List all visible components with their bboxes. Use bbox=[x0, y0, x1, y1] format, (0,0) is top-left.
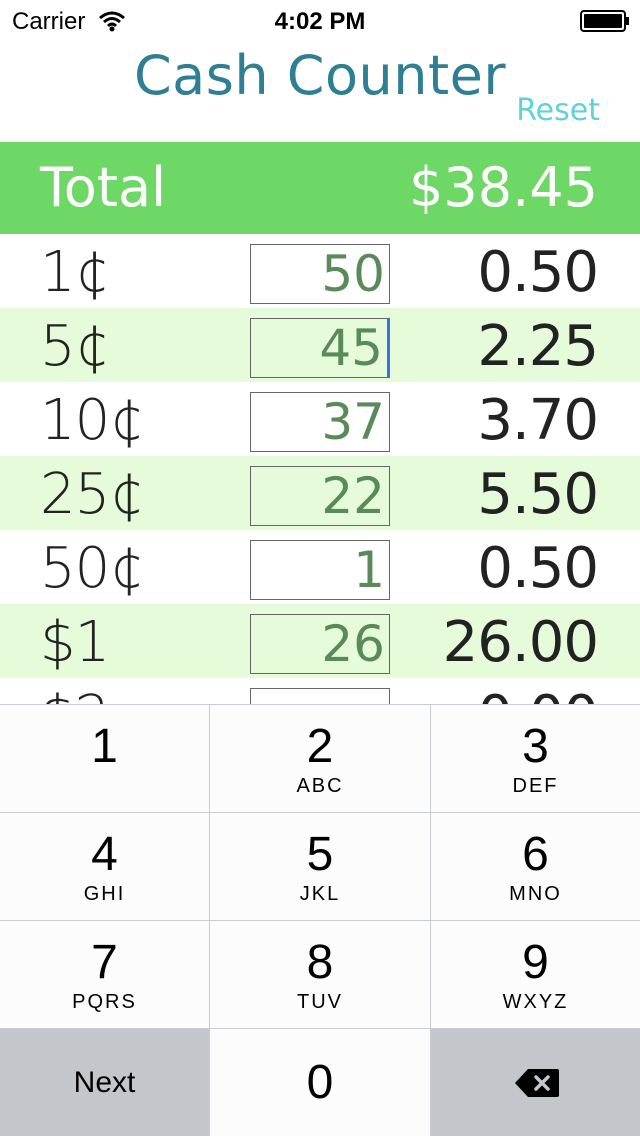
row-amount: 0.50 bbox=[477, 536, 599, 601]
denomination-row-1-dollar: $1 26 26.00 bbox=[0, 604, 640, 678]
key-digit: 7 bbox=[91, 936, 118, 989]
denomination-label: $1 bbox=[40, 610, 110, 675]
key-digit: 9 bbox=[522, 936, 549, 989]
denomination-row-1c: 1¢ 50 0.50 bbox=[0, 234, 640, 308]
row-amount: 2.25 bbox=[477, 314, 599, 379]
denomination-label: 1¢ bbox=[40, 240, 110, 305]
denomination-row-2-dollar: $2 0.00 bbox=[0, 678, 640, 704]
key-letters: DEF bbox=[512, 775, 559, 797]
total-value: $38.45 bbox=[409, 156, 598, 219]
key-9[interactable]: 9 WXYZ bbox=[431, 921, 640, 1028]
count-input-1-dollar[interactable]: 26 bbox=[250, 614, 390, 674]
key-7[interactable]: 7 PQRS bbox=[0, 921, 209, 1028]
key-2[interactable]: 2 ABC bbox=[210, 705, 430, 812]
key-letters: PQRS bbox=[72, 991, 137, 1013]
row-amount: 26.00 bbox=[442, 610, 599, 675]
reset-button[interactable]: Reset bbox=[516, 93, 600, 128]
denomination-list[interactable]: 1¢ 50 0.50 5¢ 45 2.25 10¢ 37 3.70 25¢ 22… bbox=[0, 234, 640, 704]
key-digit: 2 bbox=[306, 720, 334, 773]
next-label: Next bbox=[73, 1066, 136, 1099]
denomination-row-50c: 50¢ 1 0.50 bbox=[0, 530, 640, 604]
next-button[interactable]: Next bbox=[0, 1029, 209, 1136]
key-6[interactable]: 6 MNO bbox=[431, 813, 640, 920]
denomination-row-5c: 5¢ 45 2.25 bbox=[0, 308, 640, 382]
numeric-keypad: 1 2 ABC 3 DEF 4 GHI 5 JKL 6 MNO 7 PQRS 8… bbox=[0, 704, 640, 1136]
denomination-label: 50¢ bbox=[40, 536, 145, 601]
backspace-icon bbox=[515, 1069, 559, 1097]
status-time: 4:02 PM bbox=[274, 8, 366, 35]
battery-icon bbox=[580, 10, 629, 32]
key-1[interactable]: 1 bbox=[0, 705, 209, 812]
key-digit: 0 bbox=[306, 1056, 334, 1109]
count-input-10c[interactable]: 37 bbox=[250, 392, 390, 452]
row-amount: 0.00 bbox=[477, 684, 599, 704]
denomination-row-10c: 10¢ 37 3.70 bbox=[0, 382, 640, 456]
denomination-row-25c: 25¢ 22 5.50 bbox=[0, 456, 640, 530]
key-letters: TUV bbox=[297, 991, 343, 1013]
key-digit: 8 bbox=[306, 936, 334, 989]
key-0[interactable]: 0 bbox=[210, 1029, 430, 1136]
key-letters: JKL bbox=[299, 883, 341, 905]
row-amount: 0.50 bbox=[477, 240, 599, 305]
key-digit: 3 bbox=[522, 720, 549, 773]
key-4[interactable]: 4 GHI bbox=[0, 813, 209, 920]
count-input-25c[interactable]: 22 bbox=[250, 466, 390, 526]
count-input-50c[interactable]: 1 bbox=[250, 540, 390, 600]
key-3[interactable]: 3 DEF bbox=[431, 705, 640, 812]
count-input-2-dollar[interactable] bbox=[250, 688, 390, 704]
total-bar: Total $38.45 bbox=[0, 142, 640, 234]
denomination-label: 25¢ bbox=[40, 462, 145, 527]
denomination-label: $2 bbox=[40, 684, 110, 704]
key-letters: ABC bbox=[296, 775, 344, 797]
key-digit: 4 bbox=[91, 828, 118, 881]
key-letters: WXYZ bbox=[502, 991, 569, 1013]
key-8[interactable]: 8 TUV bbox=[210, 921, 430, 1028]
key-letters: GHI bbox=[83, 883, 126, 905]
count-input-5c[interactable]: 45 bbox=[250, 318, 390, 378]
denomination-label: 10¢ bbox=[40, 388, 145, 453]
count-input-1c[interactable]: 50 bbox=[250, 244, 390, 304]
key-5[interactable]: 5 JKL bbox=[210, 813, 430, 920]
row-amount: 5.50 bbox=[477, 462, 599, 527]
key-digit: 5 bbox=[306, 828, 334, 881]
row-amount: 3.70 bbox=[477, 388, 599, 453]
status-bar: Carrier 4:02 PM bbox=[0, 0, 640, 40]
total-label: Total bbox=[40, 156, 167, 219]
denomination-label: 5¢ bbox=[40, 314, 110, 379]
key-digit: 6 bbox=[522, 828, 549, 881]
key-letters: MNO bbox=[509, 883, 562, 905]
backspace-button[interactable] bbox=[431, 1029, 640, 1136]
key-digit: 1 bbox=[91, 720, 118, 773]
